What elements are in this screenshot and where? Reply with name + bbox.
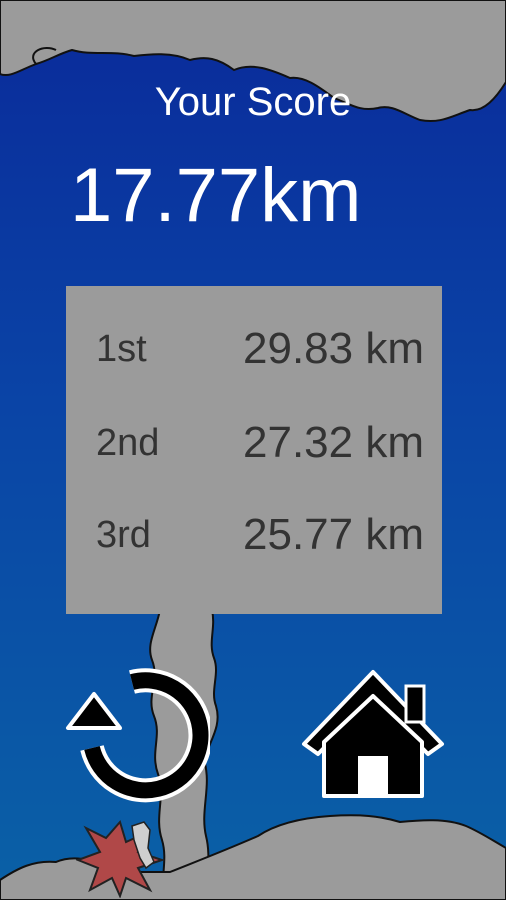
distance-value: 25.77 km <box>243 510 424 559</box>
rank-label: 2nd <box>96 422 160 464</box>
home-button[interactable] <box>300 666 446 800</box>
leaderboard-row: 3rd 25.77 km <box>66 500 442 560</box>
replay-button[interactable] <box>62 668 213 804</box>
leaderboard-row: 2nd 27.32 km <box>66 408 442 468</box>
leaderboard-row: 1st 29.83 km <box>66 314 442 374</box>
rank-label: 3rd <box>96 514 151 556</box>
distance-value: 27.32 km <box>243 418 424 467</box>
game-over-screen: Your Score 17.77km 1st 29.83 km 2nd 27.3… <box>0 0 506 900</box>
distance-value: 29.83 km <box>243 324 424 373</box>
rank-label: 1st <box>96 328 147 370</box>
score-label: Your Score <box>154 80 352 124</box>
leaderboard-panel: 1st 29.83 km 2nd 27.32 km 3rd 25.77 km <box>66 286 442 614</box>
crash-explosion-icon <box>76 819 166 898</box>
score-value: 17.77km <box>70 153 362 238</box>
replay-arrow-icon <box>66 668 213 803</box>
home-icon <box>302 670 444 798</box>
